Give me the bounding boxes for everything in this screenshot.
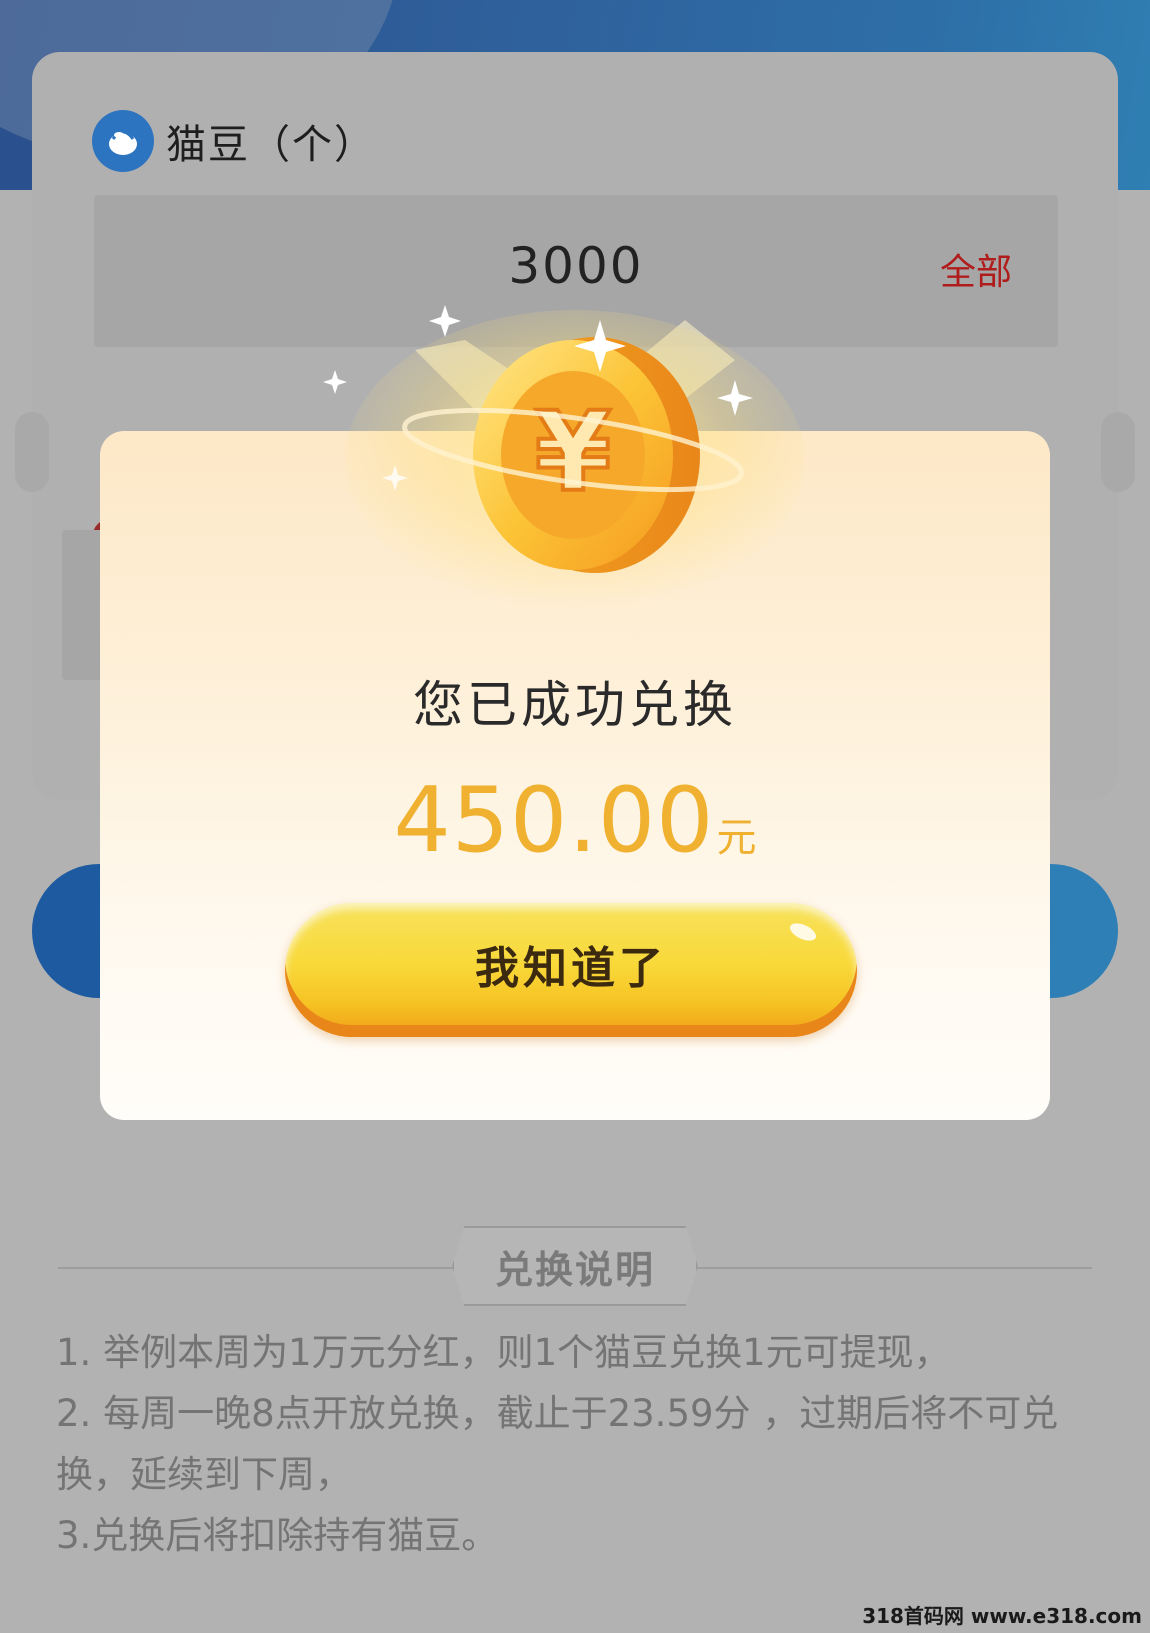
- reward-unit: 元: [716, 815, 757, 861]
- modal-overlay: ¥ 您已成功兑换 450.00元 我知道了: [0, 0, 1150, 1633]
- reward-amount: 450.00: [393, 768, 715, 873]
- confirm-button-label: 我知道了: [475, 944, 667, 993]
- reward-amount-row: 450.00元: [100, 768, 1050, 873]
- success-message: 您已成功兑换: [413, 676, 737, 734]
- yuan-coin-icon: ¥: [323, 305, 805, 610]
- confirm-button[interactable]: 我知道了: [285, 903, 857, 1037]
- yuan-symbol: ¥: [535, 388, 612, 516]
- sparkle-icon: [323, 370, 347, 394]
